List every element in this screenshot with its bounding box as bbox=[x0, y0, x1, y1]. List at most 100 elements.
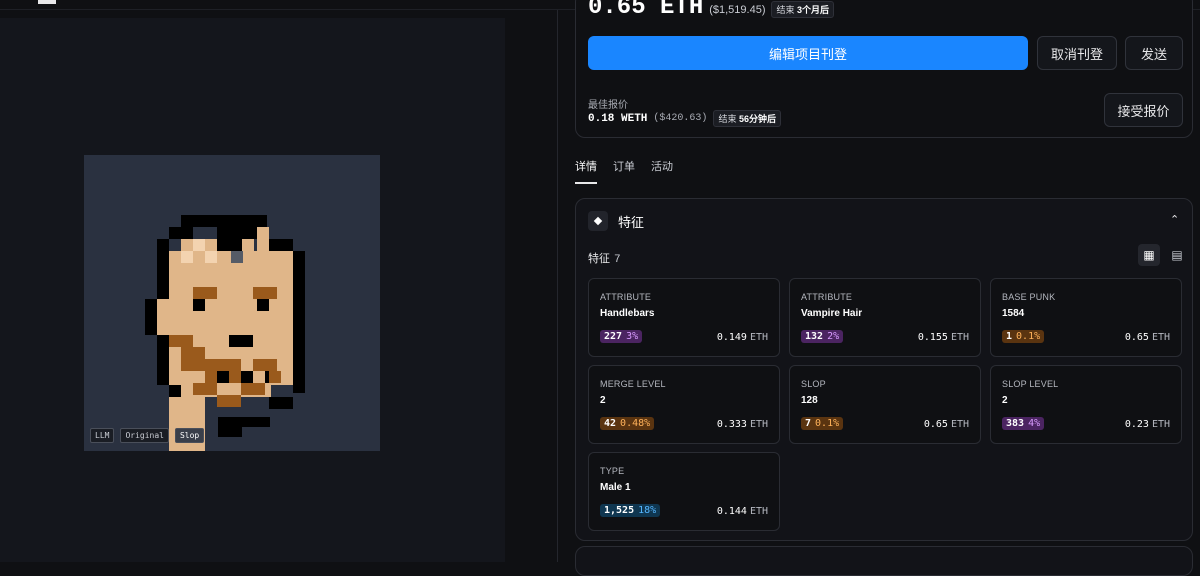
trait-unit: ETH bbox=[1151, 419, 1170, 430]
side-divider-panel bbox=[505, 10, 558, 562]
trait-rarity-badge: 227 3% bbox=[600, 330, 643, 343]
list-icon[interactable]: ▤ bbox=[1166, 244, 1188, 266]
traits-count-line: 特征 7 bbox=[588, 250, 621, 266]
listing-usd: ($1,519.45) bbox=[709, 4, 766, 16]
tab-activity[interactable]: 活动 bbox=[651, 158, 673, 184]
trait-count: 1 bbox=[1006, 331, 1013, 342]
trait-rarity-badge: 1 0.1% bbox=[1002, 330, 1045, 343]
tag-llm[interactable]: LLM bbox=[90, 428, 115, 443]
listing-price: 0.65 ETH bbox=[588, 0, 704, 21]
trait-price: 0.149 bbox=[716, 332, 747, 343]
trait-card[interactable]: ATTRIBUTE Vampire Hair 132 2% 0.155 ETH bbox=[789, 278, 981, 357]
grid-icon[interactable]: ▦ bbox=[1138, 244, 1160, 266]
best-offer-end-value: 56分钟后 bbox=[738, 114, 776, 124]
trait-floor-price: 0.155 ETH bbox=[918, 332, 969, 343]
trait-percent: 0.1% bbox=[815, 418, 840, 429]
trait-rarity-badge: 383 4% bbox=[1002, 417, 1045, 430]
trait-key: SLOP bbox=[801, 379, 826, 389]
details-column: 0.65 ETH ($1,519.45) 结束 3个月后 编辑项目刊登 取消刊登… bbox=[575, 0, 1195, 576]
trait-price: 0.65 bbox=[1124, 332, 1149, 343]
trait-count: 42 bbox=[604, 418, 617, 429]
diamond-icon bbox=[588, 211, 608, 231]
tag-slop[interactable]: Slop bbox=[174, 428, 205, 443]
trait-count: 1,525 bbox=[604, 505, 635, 516]
trait-floor-price: 0.65 ETH bbox=[1125, 332, 1170, 343]
traits-header[interactable]: 特征 bbox=[588, 211, 644, 231]
tag-original[interactable]: Original bbox=[120, 428, 169, 443]
trait-card[interactable]: MERGE LEVEL 2 42 0.48% 0.333 ETH bbox=[588, 365, 780, 444]
accept-offer-button[interactable]: 接受报价 bbox=[1104, 93, 1183, 127]
best-offer-end-label: 结束 bbox=[718, 114, 737, 124]
chevron-up-icon[interactable]: ⌃ bbox=[1170, 213, 1179, 226]
next-section-card[interactable] bbox=[575, 546, 1193, 576]
image-variant-tags: LLM Original Slop bbox=[90, 428, 205, 443]
trait-count: 383 bbox=[1006, 418, 1025, 429]
trait-value: Handlebars bbox=[600, 308, 655, 319]
trait-key: BASE PUNK bbox=[1002, 292, 1056, 302]
listing-end-pill: 结束 3个月后 bbox=[771, 1, 835, 18]
trait-rarity-badge: 42 0.48% bbox=[600, 417, 655, 430]
trait-card[interactable]: TYPE Male 1 1,525 18% 0.144 ETH bbox=[588, 452, 780, 531]
trait-rarity-badge: 1,525 18% bbox=[600, 504, 661, 517]
trait-percent: 18% bbox=[638, 505, 657, 516]
trait-floor-price: 0.149 ETH bbox=[717, 332, 768, 343]
trait-floor-price: 0.333 ETH bbox=[717, 419, 768, 430]
trait-price: 0.65 bbox=[923, 419, 948, 430]
detail-tabs: 详情 订单 活动 bbox=[575, 158, 673, 184]
send-button[interactable]: 发送 bbox=[1125, 36, 1183, 70]
trait-key: SLOP LEVEL bbox=[1002, 379, 1059, 389]
trait-card[interactable]: SLOP LEVEL 2 383 4% 0.23 ETH bbox=[990, 365, 1182, 444]
logo-icon[interactable] bbox=[38, 0, 56, 4]
best-offer-usd: ($420.63) bbox=[653, 113, 708, 124]
punk-pixel-art bbox=[145, 215, 305, 451]
trait-card[interactable]: ATTRIBUTE Handlebars 227 3% 0.149 ETH bbox=[588, 278, 780, 357]
traits-grid: ATTRIBUTE Handlebars 227 3% 0.149 ETH ATTR… bbox=[588, 278, 1182, 531]
trait-value: 2 bbox=[1002, 395, 1008, 406]
trait-unit: ETH bbox=[1151, 332, 1170, 343]
view-toggle: ▦ ▤ bbox=[1138, 244, 1188, 266]
best-offer-value: 0.18 WETH bbox=[588, 112, 648, 125]
trait-percent: 2% bbox=[827, 331, 840, 342]
trait-count: 7 bbox=[805, 418, 812, 429]
trait-unit: ETH bbox=[749, 419, 768, 430]
trait-unit: ETH bbox=[950, 419, 969, 430]
trait-value: 128 bbox=[801, 395, 818, 406]
trait-floor-price: 0.23 ETH bbox=[1125, 419, 1170, 430]
trait-key: ATTRIBUTE bbox=[801, 292, 853, 302]
trait-rarity-badge: 7 0.1% bbox=[801, 417, 844, 430]
trait-value: 1584 bbox=[1002, 308, 1025, 319]
best-offer-line: 0.18 WETH ($420.63) 结束 56分钟后 bbox=[588, 110, 781, 127]
cancel-listing-button[interactable]: 取消刊登 bbox=[1037, 36, 1117, 70]
traits-count: 7 bbox=[614, 254, 621, 266]
best-offer-label: 最佳报价 bbox=[588, 100, 628, 111]
trait-key: TYPE bbox=[600, 466, 625, 476]
trait-card[interactable]: SLOP 128 7 0.1% 0.65 ETH bbox=[789, 365, 981, 444]
trait-rarity-badge: 132 2% bbox=[801, 330, 844, 343]
trait-unit: ETH bbox=[950, 332, 969, 343]
trait-unit: ETH bbox=[749, 506, 768, 517]
trait-percent: 0.48% bbox=[620, 418, 651, 429]
trait-value: Vampire Hair bbox=[801, 308, 863, 319]
trait-price: 0.144 bbox=[716, 506, 747, 517]
trait-price: 0.23 bbox=[1124, 419, 1149, 430]
trait-percent: 0.1% bbox=[1016, 331, 1041, 342]
tab-orders[interactable]: 订单 bbox=[613, 158, 635, 184]
nft-image[interactable] bbox=[84, 155, 380, 451]
listing-price-line: 0.65 ETH ($1,519.45) 结束 3个月后 bbox=[588, 0, 835, 21]
trait-card[interactable]: BASE PUNK 1584 1 0.1% 0.65 ETH bbox=[990, 278, 1182, 357]
traits-card: 特征 ⌃ 特征 7 ▦ ▤ ATTRIBUTE Handlebars 227 3% … bbox=[575, 198, 1193, 541]
trait-value: Male 1 bbox=[600, 482, 631, 493]
traits-count-label: 特征 bbox=[588, 253, 610, 265]
traits-title: 特征 bbox=[618, 214, 645, 230]
best-offer-end-pill: 结束 56分钟后 bbox=[713, 110, 781, 127]
trait-key: MERGE LEVEL bbox=[600, 379, 666, 389]
trait-floor-price: 0.65 ETH bbox=[924, 419, 969, 430]
tab-details[interactable]: 详情 bbox=[575, 158, 597, 184]
listing-card: 0.65 ETH ($1,519.45) 结束 3个月后 编辑项目刊登 取消刊登… bbox=[575, 0, 1193, 138]
trait-unit: ETH bbox=[749, 332, 768, 343]
trait-count: 227 bbox=[604, 331, 623, 342]
edit-listing-button[interactable]: 编辑项目刊登 bbox=[588, 36, 1028, 70]
trait-percent: 4% bbox=[1028, 418, 1041, 429]
trait-value: 2 bbox=[600, 395, 606, 406]
listing-end-label: 结束 bbox=[776, 5, 795, 15]
